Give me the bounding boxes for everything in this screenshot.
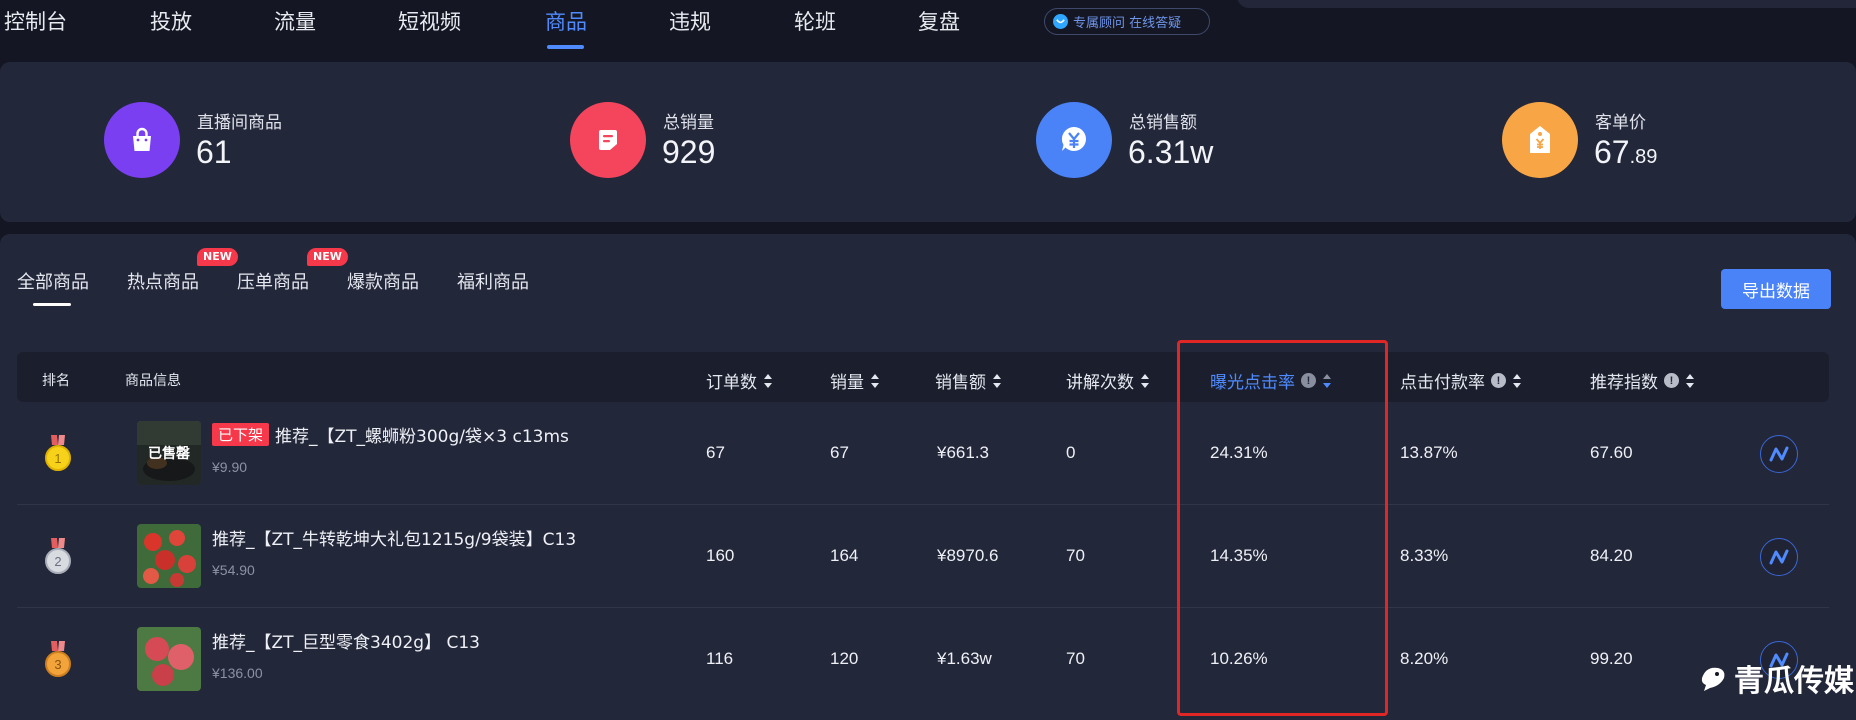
cell-revenue: ¥661.3 <box>937 443 989 462</box>
sort-icon[interactable] <box>1685 373 1695 389</box>
product-name[interactable]: 已下架 推荐_【ZT_螺蛳粉300g/袋×3 c13ms <box>212 422 569 447</box>
product-name[interactable]: 推荐_【ZT_巨型零食3402g】 C13 <box>212 628 480 653</box>
cell-sales: 164 <box>830 546 859 565</box>
chat-icon <box>1053 14 1068 29</box>
cell-orders: 160 <box>706 546 735 565</box>
cell-cvr: 13.87% <box>1400 443 1458 462</box>
top-search-bar[interactable] <box>1237 0 1856 8</box>
watermark: 青瓜传媒 <box>1698 656 1854 700</box>
nav-item-console[interactable]: 控制台 <box>4 6 67 36</box>
sort-icon[interactable] <box>763 373 773 389</box>
product-price: ¥9.90 <box>212 459 248 475</box>
shopping-bag-icon <box>104 102 180 178</box>
sort-icon[interactable] <box>1512 373 1522 389</box>
trend-chart-button[interactable] <box>1760 538 1798 576</box>
trend-icon <box>1769 549 1789 565</box>
nav-item-products[interactable]: 商品 <box>545 6 587 36</box>
trend-icon <box>1769 446 1789 462</box>
table-row: 1 已售罄 已下架 推荐_【ZT_螺蛳粉300g/袋×3 c13ms ¥9.90… <box>17 402 1829 505</box>
tab-pending-products[interactable]: 压单商品 <box>237 268 309 294</box>
silver-medal-icon: 2 <box>45 538 71 574</box>
product-thumbnail[interactable] <box>137 524 201 588</box>
cell-orders: 67 <box>706 443 725 462</box>
header-rank: 排名 <box>42 373 70 389</box>
table-row: 3 推荐_【ZT_巨型零食3402g】 C13 ¥136.00 116 120 … <box>17 608 1829 711</box>
bronze-medal-icon: 3 <box>45 641 71 677</box>
cell-explain: 70 <box>1066 546 1085 565</box>
top-nav: 控制台 投放 流量 短视频 商品 违规 轮班 复盘 专属顾问 在线答疑 <box>0 0 1856 50</box>
consultant-label: 专属顾问 在线答疑 <box>1073 16 1182 31</box>
stats-panel: 直播间商品 61 总销量 929 总销售额 6.31w 客单价 67.89 <box>0 62 1856 222</box>
product-price: ¥136.00 <box>212 665 263 681</box>
stat-label: 直播间商品 <box>197 113 282 133</box>
header-product: 商品信息 <box>125 373 181 389</box>
header-recommend-score[interactable]: 推荐指数 ! <box>1590 368 1695 393</box>
off-shelf-tag: 已下架 <box>212 423 270 446</box>
cell-score: 84.20 <box>1590 546 1633 565</box>
svg-text:1: 1 <box>54 451 61 466</box>
nav-item-shortvideo[interactable]: 短视频 <box>398 6 461 36</box>
header-orders[interactable]: 订单数 <box>706 368 773 393</box>
stat-label: 总销量 <box>663 113 714 133</box>
product-thumbnail[interactable] <box>137 627 201 691</box>
product-name[interactable]: 推荐_【ZT_牛转乾坤大礼包1215g/9袋装】C13 <box>212 525 576 550</box>
nav-item-traffic[interactable]: 流量 <box>274 6 316 36</box>
header-sales[interactable]: 销量 <box>830 368 880 393</box>
new-badge: NEW <box>307 248 348 266</box>
sort-icon[interactable] <box>1140 373 1150 389</box>
sold-out-label: 已售罄 <box>137 421 201 485</box>
nav-item-ads[interactable]: 投放 <box>150 6 192 36</box>
tab-bestseller-products[interactable]: 爆款商品 <box>347 268 419 294</box>
nav-item-review[interactable]: 复盘 <box>918 6 960 36</box>
stat-label: 总销售额 <box>1129 113 1197 133</box>
product-price: ¥54.90 <box>212 562 255 578</box>
cell-cvr: 8.33% <box>1400 546 1449 565</box>
stat-value: 929 <box>662 134 716 170</box>
nav-item-violations[interactable]: 违规 <box>669 6 711 36</box>
tab-active-indicator <box>33 303 71 306</box>
nav-active-indicator <box>547 45 584 49</box>
header-click-pay-rate[interactable]: 点击付款率 ! <box>1400 368 1522 393</box>
stat-label: 客单价 <box>1595 113 1646 133</box>
stat-value: 6.31w <box>1128 134 1214 170</box>
sort-icon[interactable] <box>870 373 880 389</box>
header-revenue[interactable]: 销售额 <box>935 368 1002 393</box>
table-row: 2 推荐_【ZT_牛转乾坤大礼包1215g/9袋装】C13 ¥54.90 160… <box>17 505 1829 608</box>
product-thumbnail[interactable]: 已售罄 <box>137 421 201 485</box>
gold-medal-icon: 1 <box>45 435 71 471</box>
document-icon <box>570 102 646 178</box>
export-data-button[interactable]: 导出数据 <box>1721 269 1831 309</box>
cell-cvr: 8.20% <box>1400 649 1449 668</box>
nav-item-shifts[interactable]: 轮班 <box>794 6 836 36</box>
cell-sales: 120 <box>830 649 859 668</box>
info-icon[interactable]: ! <box>1491 373 1506 388</box>
tab-hot-products[interactable]: 热点商品 <box>127 268 199 294</box>
cell-score: 67.60 <box>1590 443 1633 462</box>
cell-score: 99.20 <box>1590 649 1633 668</box>
price-tag-icon <box>1502 102 1578 178</box>
cell-revenue: ¥1.63w <box>937 649 992 668</box>
stat-value: 67.89 <box>1594 134 1658 170</box>
consultant-button[interactable]: 专属顾问 在线答疑 <box>1044 8 1210 35</box>
cell-explain: 70 <box>1066 649 1085 668</box>
cell-explain: 0 <box>1066 443 1076 462</box>
tab-all-products[interactable]: 全部商品 <box>17 268 89 294</box>
sort-icon[interactable] <box>992 373 1002 389</box>
info-icon[interactable]: ! <box>1664 373 1679 388</box>
stat-value: 61 <box>196 134 232 170</box>
cell-sales: 67 <box>830 443 849 462</box>
yen-icon <box>1036 102 1112 178</box>
cell-orders: 116 <box>706 649 734 668</box>
trend-chart-button[interactable] <box>1760 435 1798 473</box>
svg-text:2: 2 <box>54 554 61 569</box>
header-explain-count[interactable]: 讲解次数 <box>1066 368 1150 393</box>
ctr-column-highlight <box>1177 340 1388 716</box>
svg-text:3: 3 <box>54 657 61 672</box>
new-badge: NEW <box>197 248 238 266</box>
cell-revenue: ¥8970.6 <box>937 546 999 565</box>
tab-welfare-products[interactable]: 福利商品 <box>457 268 529 294</box>
table-header: 排名 商品信息 订单数 销量 销售额 讲解次数 曝光点击率 ! 点击付款率 ! … <box>17 352 1829 402</box>
bird-logo-icon <box>1701 667 1725 691</box>
